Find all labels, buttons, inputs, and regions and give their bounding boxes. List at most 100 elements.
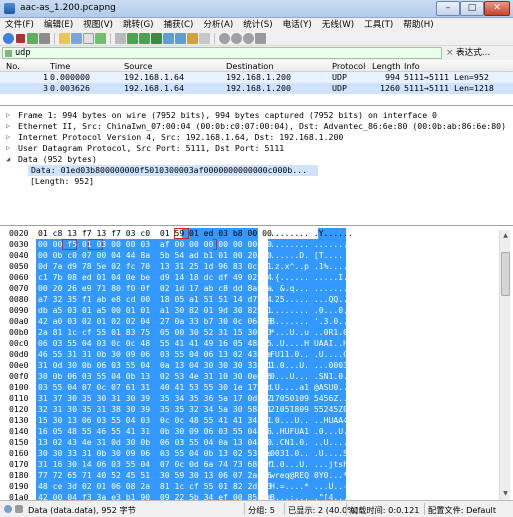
ascii-values[interactable]: H.=....* ...U..-. [270,481,353,492]
ascii-values[interactable]: 0...U... .SN1.0.. [270,371,353,382]
ascii-values[interactable]: .z.x^..p .1%....! [270,261,353,272]
hex-row[interactable]: 0170 31 16 30 14 06 03 55 04 07 0c 0d 6a … [0,459,500,470]
ascii-values[interactable]: ........ .Y...... [270,228,353,239]
menu-file[interactable]: 文件(F) [0,18,39,32]
minimize-button[interactable]: – [436,1,460,16]
colorize-icon[interactable] [199,33,210,44]
open-file-icon[interactable] [59,33,70,44]
menu-wireless[interactable]: 无线(W) [317,18,359,32]
hex-row[interactable]: 0110 31 37 30 35 30 31 30 39 35 34 35 36 … [0,393,500,404]
packet-row[interactable]: 3 0.003626 192.168.1.64 192.168.1.200 UD… [0,83,513,94]
hex-values[interactable]: db a5 03 01 a5 00 01 01 a1 30 82 01 9d 3… [38,305,272,316]
hex-row[interactable]: 0180 77 72 65 71 40 52 45 51 30 59 30 13 … [0,470,500,481]
hex-values[interactable]: 06 03 55 04 03 0c 0c 48 55 41 41 49 16 0… [38,338,272,349]
ascii-values[interactable]: .25..... ...QQ..t [270,294,353,305]
scroll-up-icon[interactable]: ▲ [501,231,510,240]
zoom-out-icon[interactable] [231,33,242,44]
column-header-protocol[interactable]: Protocol [332,60,365,72]
packet-row[interactable]: 1 0.000000 192.168.1.64 192.168.1.200 UD… [0,72,513,83]
hex-row[interactable]: 0190 48 ce 3d 02 01 06 08 2a 81 1c cf 55 … [0,481,500,492]
hex-values[interactable]: 00 20 26 e9 71 80 f0 0f 02 1d 17 ab c8 d… [38,283,272,294]
hex-row[interactable]: 0130 15 30 13 06 03 55 04 03 0c 0c 48 55 … [0,415,500,426]
hex-values[interactable]: 32 31 30 35 31 38 30 39 35 35 32 34 5a 3… [38,404,272,415]
detail-data-value[interactable]: Data: 01ed03b800000000f5010300003af00000… [28,165,318,176]
zoom-in-icon[interactable] [219,33,230,44]
ascii-values[interactable]: .{...... .....I.. [270,272,353,283]
ascii-values[interactable]: ........ .0...0.. [270,305,353,316]
resize-columns-icon[interactable] [255,33,266,44]
status-profile[interactable]: 配置文件: Default [428,504,496,516]
capture-comment-icon[interactable] [15,505,23,513]
hex-row[interactable]: 00e0 31 0d 30 0b 06 03 55 04 0a 13 04 30 … [0,360,500,371]
column-header-source[interactable]: Source [124,60,153,72]
ascii-values[interactable]: ..HUFUA1 .0...U.. [270,426,353,437]
ascii-values[interactable]: 1.0...U. ...jtsho [270,459,353,470]
bookmark-icon[interactable] [5,50,12,57]
hex-values[interactable]: 31 0d 30 0b 06 03 55 04 0a 13 04 30 30 3… [38,360,272,371]
hex-row[interactable]: 00a0 42 a0 03 02 01 02 02 04 27 0a 33 b7 … [0,316,500,327]
close-file-icon[interactable] [83,33,94,44]
hex-row[interactable]: 0100 03 55 04 07 0c 07 61 31 40 41 53 55 … [0,382,500,393]
go-to-packet-icon[interactable] [151,33,162,44]
menu-go[interactable]: 跳转(G) [118,18,159,32]
hex-values[interactable]: 48 ce 3d 02 01 06 08 2a 81 1c cf 55 01 8… [38,481,272,492]
menu-analyze[interactable]: 分析(A) [198,18,238,32]
ascii-values[interactable]: *...U..u ..0R1.0. [270,327,353,338]
ascii-values[interactable]: 1.0...U. ...00031 [270,360,353,371]
detail-frame[interactable]: ▷ Frame 1: 994 bytes on wire (7952 bits)… [0,110,513,121]
menu-tools[interactable]: 工具(T) [359,18,398,32]
find-packet-icon[interactable] [115,33,126,44]
column-header-info[interactable]: Info [404,60,420,72]
menu-statistics[interactable]: 统计(S) [238,18,277,32]
detail-ip[interactable]: ▷ Internet Protocol Version 4, Src: 192.… [0,132,513,143]
ascii-values[interactable]: ..U....H UAAI..HU [270,338,353,349]
menu-help[interactable]: 帮助(H) [398,18,438,32]
capture-options-icon[interactable] [39,33,50,44]
ascii-values[interactable]: . &.q... ........ [270,283,353,294]
expand-arrow-icon[interactable]: ▷ [6,143,10,154]
expand-arrow-icon[interactable]: ▷ [6,121,10,132]
menu-view[interactable]: 视图(V) [78,18,118,32]
expression-button[interactable]: 表达式… [456,47,490,59]
maximize-button[interactable]: □ [460,1,484,16]
ascii-values[interactable]: wreq@REQ 0Y0...*. [270,470,353,481]
hex-values[interactable]: 31 16 30 14 06 03 55 04 07 0c 0d 6a 74 7… [38,459,272,470]
last-packet-icon[interactable] [175,33,186,44]
detail-udp[interactable]: ▷ User Datagram Protocol, Src Port: 5111… [0,143,513,154]
hex-row[interactable]: 0030 00 00 f5 01 03 00 00 03 af 00 00 00 … [0,239,500,250]
expert-info-icon[interactable] [4,505,12,513]
hex-values[interactable]: 03 55 04 07 0c 07 61 31 40 41 53 55 30 1… [38,382,272,393]
hex-row[interactable]: 00b0 2a 81 1c cf 55 01 83 75 05 00 30 52 … [0,327,500,338]
clear-filter-icon[interactable]: × [446,47,454,59]
scroll-thumb[interactable] [501,252,510,296]
zoom-normal-icon[interactable] [243,33,254,44]
filter-text[interactable]: udp [15,48,31,59]
hex-row[interactable]: 0020 01 c8 13 f7 13 f7 03 c0 01 59 01 ed … [0,228,500,239]
hex-values[interactable]: a7 32 35 f1 ab e8 cd 00 18 05 a1 51 51 1… [38,294,272,305]
hex-row[interactable]: 0040 00 0b c0 07 00 04 44 8a 5b 54 ad b1 … [0,250,500,261]
save-file-icon[interactable] [71,33,82,44]
hex-values[interactable]: 30 30 33 31 0b 30 09 06 03 55 04 0b 13 0… [38,448,272,459]
hex-row[interactable]: 00d0 46 55 31 31 0b 30 09 06 03 55 04 06 … [0,349,500,360]
scroll-down-icon[interactable]: ▼ [501,489,510,498]
hex-row[interactable]: 00f0 30 0b 06 03 55 04 0b 13 02 53 4e 31 … [0,371,500,382]
collapse-arrow-icon[interactable]: ◢ [6,154,10,165]
hex-values[interactable]: 00 0b c0 07 00 04 44 8a 5b 54 ad b1 01 0… [38,250,272,261]
go-back-icon[interactable] [127,33,138,44]
hex-row[interactable]: 0080 a7 32 35 f1 ab e8 cd 00 18 05 a1 51 … [0,294,500,305]
restart-capture-icon[interactable] [27,33,38,44]
hex-values[interactable]: 13 02 43 4e 31 0d 30 0b 06 03 55 04 0a 1… [38,437,272,448]
reload-file-icon[interactable] [95,33,106,44]
hex-values[interactable]: 31 37 30 35 30 31 30 39 35 34 35 36 5a 1… [38,393,272,404]
detail-ethernet[interactable]: ▷ Ethernet II, Src: ChinaIwn_07:00:04 (0… [0,121,513,132]
hex-values[interactable]: 0d 7a d9 78 5e 02 fc 70 13 31 25 1d 96 8… [38,261,272,272]
hex-row[interactable]: 00c0 06 03 55 04 03 0c 0c 48 55 41 41 49 … [0,338,500,349]
ascii-values[interactable]: FU11.0.. .U....CN [270,349,353,360]
ascii-values[interactable]: .U....a1 @ASU0... [270,382,353,393]
hex-row[interactable]: 0140 16 05 48 55 46 55 41 31 0b 30 09 06 … [0,426,500,437]
menu-capture[interactable]: 捕获(C) [159,18,199,32]
bytes-scrollbar[interactable]: ▲ ▼ [499,230,510,500]
ascii-values[interactable]: ..CN1.0. ..U....0 [270,437,353,448]
column-header-time[interactable]: Time [50,60,70,72]
hex-values[interactable]: 00 00 f5 01 03 00 00 03 af 00 00 00 00 0… [38,239,272,250]
